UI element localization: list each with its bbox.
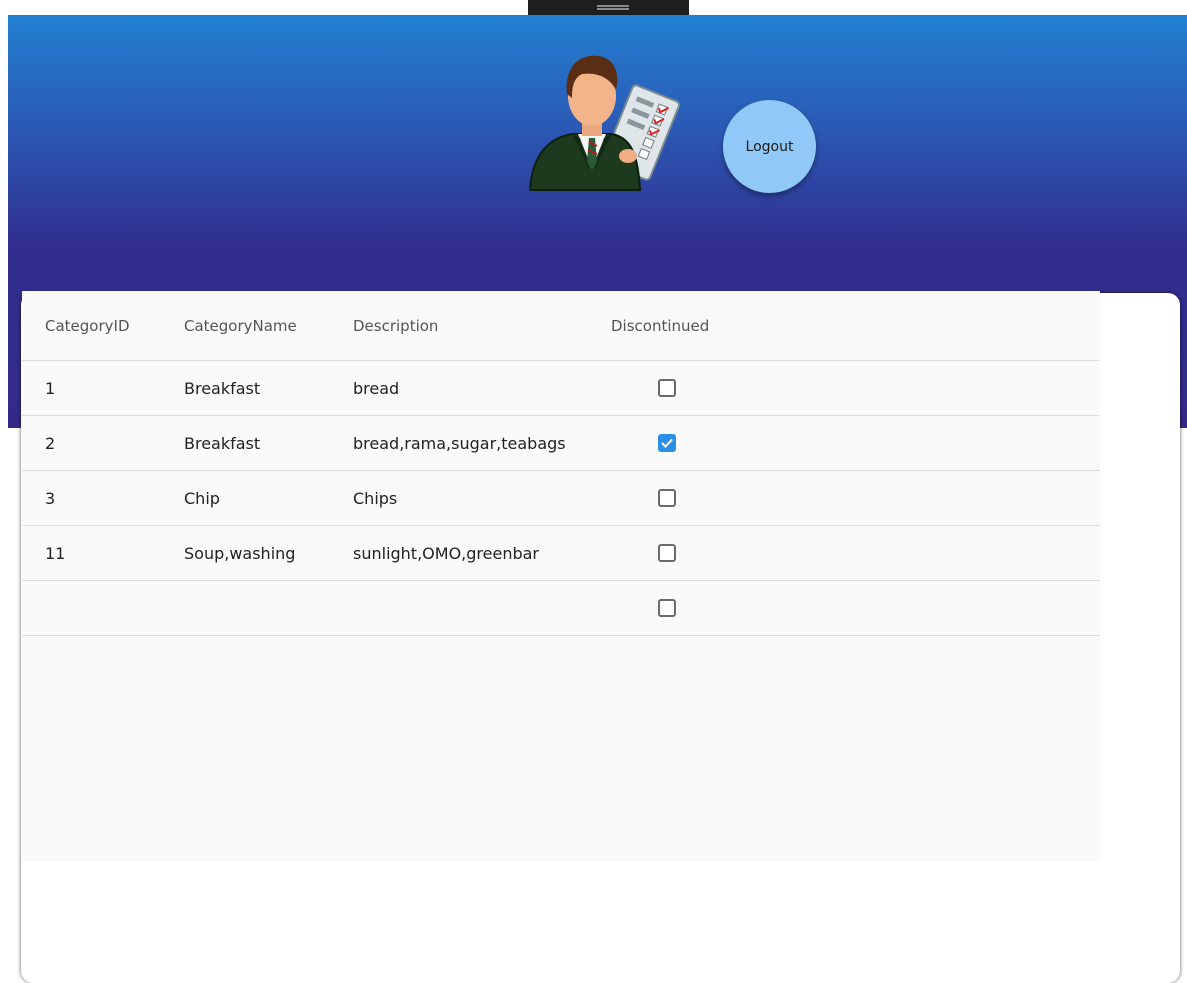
cell-description[interactable]: bread,rama,sugar,teabags bbox=[353, 416, 566, 470]
cell-discontinued bbox=[658, 526, 676, 580]
grip-lines-icon bbox=[597, 5, 629, 7]
content-card: CategoryID CategoryName Description Disc… bbox=[21, 291, 1180, 983]
cell-categoryname[interactable]: Chip bbox=[184, 471, 220, 525]
window-drag-handle[interactable] bbox=[528, 0, 689, 15]
table-row[interactable]: 3 Chip Chips bbox=[22, 471, 1100, 526]
manager-with-checklist-icon bbox=[528, 55, 680, 191]
cell-categoryid[interactable]: 2 bbox=[45, 416, 55, 470]
column-header-categoryname[interactable]: CategoryName bbox=[184, 291, 297, 360]
category-grid: CategoryID CategoryName Description Disc… bbox=[22, 291, 1100, 862]
cell-categoryname[interactable]: Breakfast bbox=[184, 361, 260, 415]
discontinued-checkbox[interactable] bbox=[658, 379, 676, 397]
cell-description[interactable]: sunlight,OMO,greenbar bbox=[353, 526, 539, 580]
column-header-discontinued[interactable]: Discontinued bbox=[611, 291, 709, 360]
cell-discontinued bbox=[658, 361, 676, 415]
discontinued-checkbox[interactable] bbox=[658, 599, 676, 617]
cell-description[interactable]: bread bbox=[353, 361, 399, 415]
cell-categoryid[interactable]: 11 bbox=[45, 526, 65, 580]
cell-categoryid[interactable]: 1 bbox=[45, 361, 55, 415]
discontinued-checkbox[interactable] bbox=[658, 434, 676, 452]
discontinued-checkbox[interactable] bbox=[658, 489, 676, 507]
cell-discontinued bbox=[658, 471, 676, 525]
grid-header-row: CategoryID CategoryName Description Disc… bbox=[22, 291, 1100, 361]
table-row[interactable]: 1 Breakfast bread bbox=[22, 361, 1100, 416]
cell-discontinued bbox=[658, 416, 676, 470]
column-header-description[interactable]: Description bbox=[353, 291, 438, 360]
cell-categoryname[interactable]: Breakfast bbox=[184, 416, 260, 470]
logout-button[interactable]: Logout bbox=[723, 100, 816, 193]
cell-categoryname[interactable]: Soup,washing bbox=[184, 526, 295, 580]
cell-discontinued bbox=[658, 581, 676, 635]
new-row[interactable] bbox=[22, 581, 1100, 636]
cell-categoryid[interactable]: 3 bbox=[45, 471, 55, 525]
cell-description[interactable]: Chips bbox=[353, 471, 397, 525]
discontinued-checkbox[interactable] bbox=[658, 544, 676, 562]
column-header-categoryid[interactable]: CategoryID bbox=[45, 291, 130, 360]
table-row[interactable]: 2 Breakfast bread,rama,sugar,teabags bbox=[22, 416, 1100, 471]
table-row[interactable]: 11 Soup,washing sunlight,OMO,greenbar bbox=[22, 526, 1100, 581]
checkmark-icon bbox=[661, 438, 673, 448]
